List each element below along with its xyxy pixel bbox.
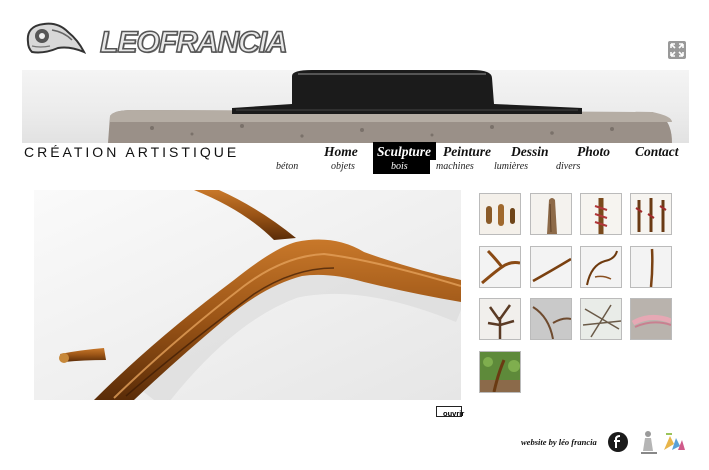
thumbnail-4[interactable] [630,193,672,235]
wood-stump-thumbnail-icon [531,194,571,234]
wrapped-sticks-thumbnail-icon [631,194,671,234]
thumbnail-13[interactable] [479,351,521,393]
fullscreen-icon[interactable] [668,41,686,59]
thumbnail-2[interactable] [530,193,572,235]
nav-peinture[interactable]: Peinture [443,144,491,160]
forked-branch-thumbnail-icon [480,247,520,287]
long-branch-thumbnail-icon [531,247,571,287]
nav-contact[interactable]: Contact [635,144,679,160]
thumbnail-6[interactable] [530,246,572,288]
site-tagline: CRÉATION ARTISTIQUE [24,144,240,160]
pink-branch-thumbnail-icon [631,299,671,339]
bent-branch-thumbnail-icon [531,299,571,339]
nav-sculpture[interactable]: Sculpture [377,144,431,160]
subnav-bois[interactable]: bois [391,161,408,172]
open-button[interactable]: ouvrir [436,406,464,418]
website-credit: website by léo francia [521,437,597,447]
twig-wall-thumbnail-icon [581,299,621,339]
thumbnail-8[interactable] [630,246,672,288]
thumbnail-3[interactable] [580,193,622,235]
nav-dessin[interactable]: Dessin [511,144,549,160]
nav-home[interactable]: Home [324,144,358,160]
wrapped-branch-thumbnail-icon [581,194,621,234]
banner-image [22,70,689,143]
curved-branch-thumbnail-icon [581,247,621,287]
thumbnail-5[interactable] [479,246,521,288]
leo-francia-logo-icon[interactable] [607,431,629,453]
thumbnail-10[interactable] [530,298,572,340]
thumbnail-11[interactable] [580,298,622,340]
garden-branch-thumbnail-icon [480,352,520,392]
wood-pieces-thumbnail-icon [480,194,520,234]
logo-mask-icon[interactable] [24,18,87,60]
main-sculpture-photo[interactable] [34,190,461,400]
subnav-objets[interactable]: objets [331,161,355,172]
thumbnail-1[interactable] [479,193,521,235]
statue-logo-icon[interactable] [639,429,659,455]
subnav-machines[interactable]: machines [436,161,474,172]
logo-text[interactable]: LEOFRANCIA [99,25,288,60]
subnav-beton[interactable]: béton [276,161,298,172]
thin-stick-thumbnail-icon [631,247,671,287]
thumbnail-12[interactable] [630,298,672,340]
root-sculpture-thumbnail-icon [480,299,520,339]
thumbnail-9[interactable] [479,298,521,340]
subnav-lumieres[interactable]: lumières [494,161,528,172]
color-logo-icon[interactable] [662,430,686,452]
nav-photo[interactable]: Photo [577,144,610,160]
thumbnail-7[interactable] [580,246,622,288]
subnav-divers[interactable]: divers [556,161,580,172]
